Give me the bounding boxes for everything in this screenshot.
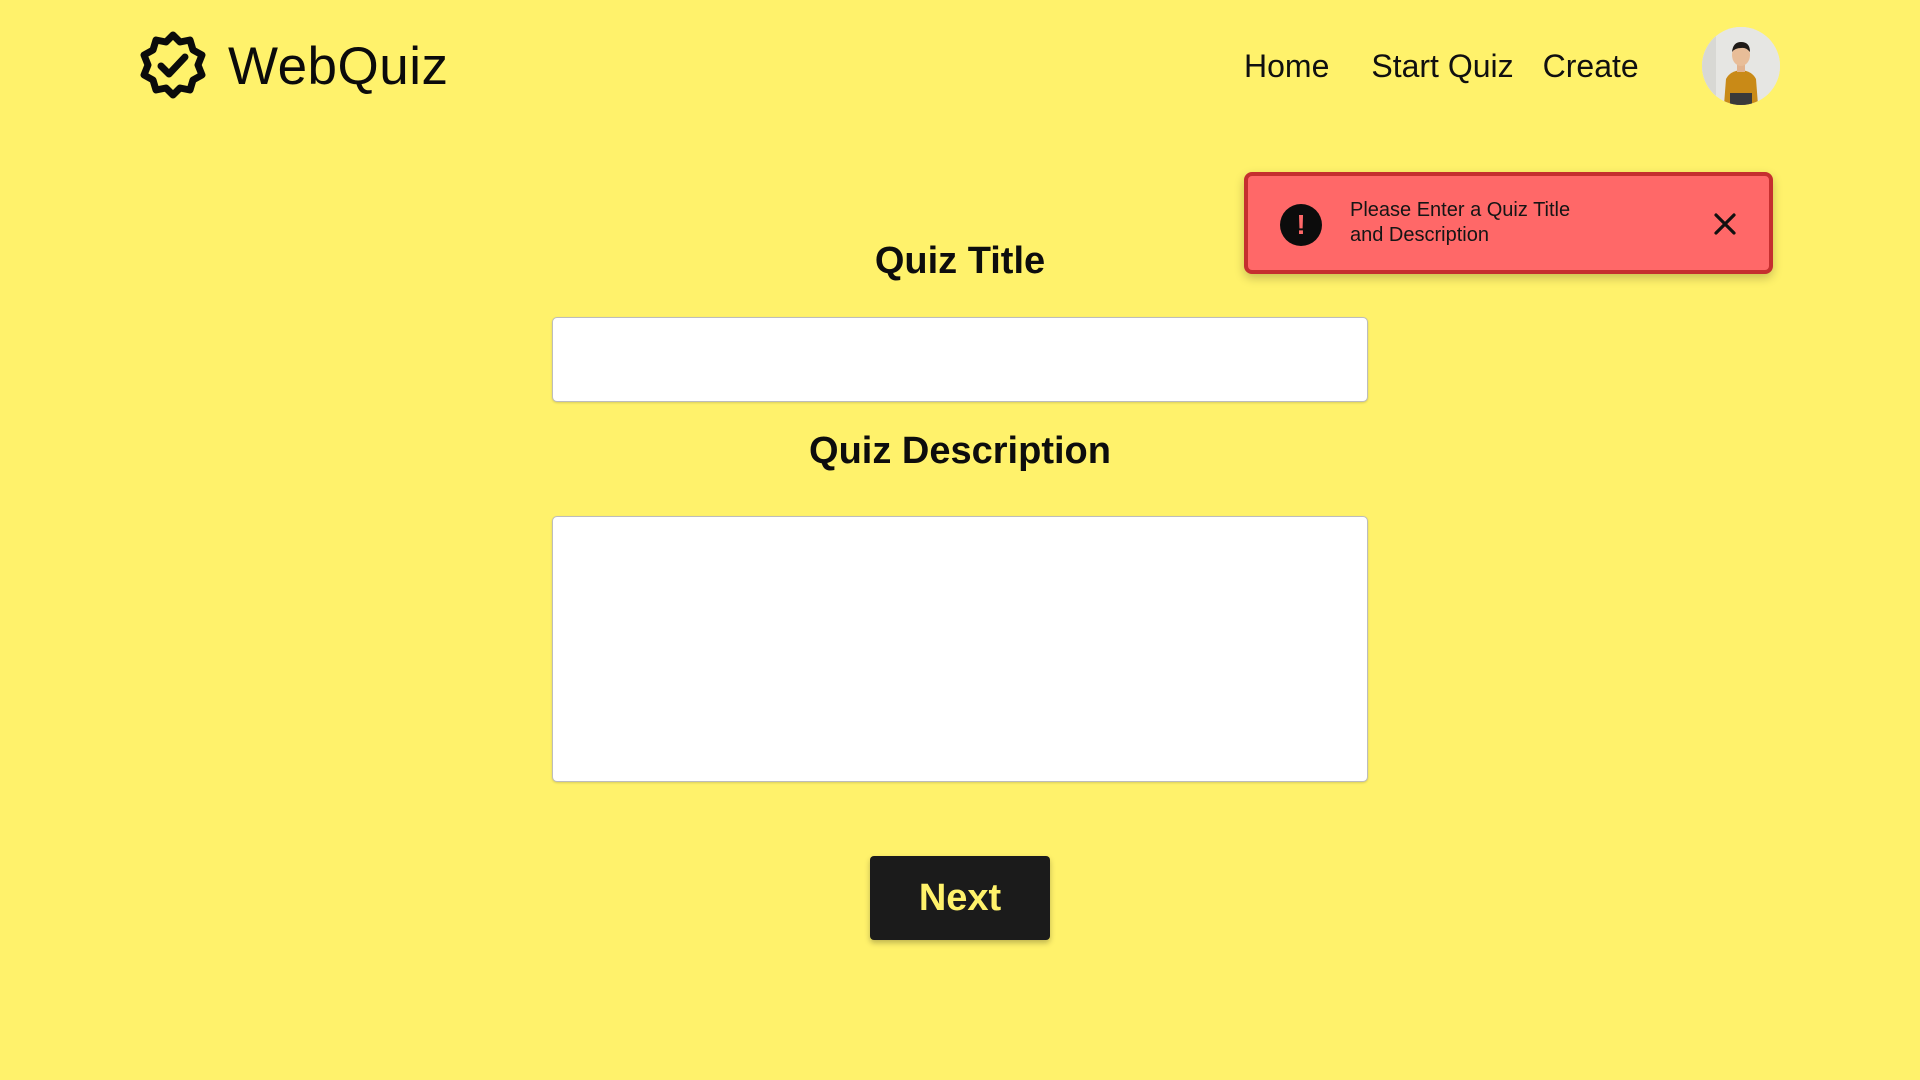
next-button[interactable]: Next: [870, 856, 1050, 940]
close-icon[interactable]: [1711, 210, 1739, 238]
nav-create-link[interactable]: Create: [1543, 48, 1639, 85]
toast-message-line2: and Description: [1350, 224, 1489, 246]
verified-badge-icon: [138, 31, 208, 101]
brand[interactable]: WebQuiz: [138, 30, 449, 102]
header: WebQuiz Home Start Quiz Create: [0, 0, 1920, 140]
app-title: WebQuiz: [228, 36, 449, 96]
toast-message-line1: Please Enter a Quiz Title: [1350, 199, 1571, 221]
quiz-title-input[interactable]: [552, 317, 1368, 402]
main-nav: Home Start Quiz Create: [1244, 44, 1639, 88]
avatar-image: [1702, 27, 1780, 105]
quiz-description-input[interactable]: [552, 516, 1368, 782]
quiz-title-label: Quiz Title: [874, 240, 1046, 282]
nav-start-quiz-link[interactable]: Start Quiz: [1371, 48, 1513, 85]
nav-home-link[interactable]: Home: [1244, 48, 1329, 85]
toast-message: Please Enter a Quiz Title and Descriptio…: [1350, 198, 1630, 248]
user-avatar[interactable]: [1702, 27, 1780, 105]
quiz-description-label: Quiz Description: [809, 430, 1111, 472]
